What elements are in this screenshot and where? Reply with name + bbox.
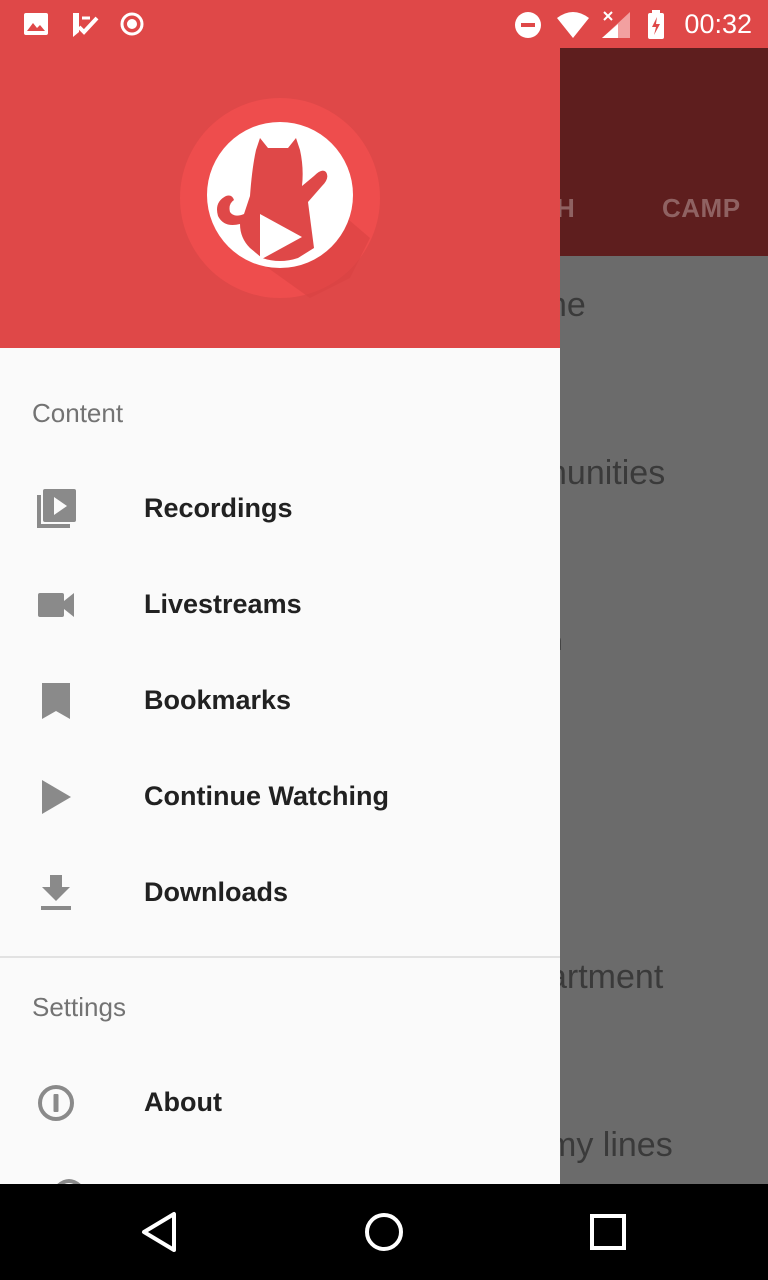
home-button[interactable] <box>360 1208 408 1256</box>
signal-icon <box>602 11 630 38</box>
menu-item-livestreams[interactable]: Livestreams <box>0 557 560 653</box>
background-list-text: nunities <box>548 454 666 492</box>
battery-charging-icon <box>648 10 664 39</box>
checklist-icon <box>73 13 99 37</box>
section-title-settings: Settings <box>32 992 126 1022</box>
videocam-icon <box>38 593 74 617</box>
background-list-text: artment <box>548 958 664 996</box>
menu-item-about[interactable]: About <box>0 1055 560 1151</box>
record-icon <box>120 12 144 36</box>
menu-item-label: Recordings <box>144 493 293 523</box>
status-time: 00:32 <box>684 9 752 39</box>
back-button[interactable] <box>136 1208 184 1256</box>
download-icon <box>41 875 71 910</box>
menu-item-label: Bookmarks <box>144 685 292 715</box>
do-not-disturb-icon <box>515 12 541 38</box>
wifi-icon <box>557 12 589 38</box>
info-icon <box>38 1085 74 1121</box>
menu-item-label: About <box>144 1087 222 1117</box>
menu-item-continue-watching[interactable]: Continue Watching <box>0 749 560 845</box>
video-library-icon <box>37 489 76 528</box>
background-tab[interactable]: CAMP <box>662 193 741 224</box>
recents-button[interactable] <box>584 1208 632 1256</box>
system-navigation-bar <box>0 1184 768 1280</box>
menu-item-label: Livestreams <box>144 589 302 619</box>
drawer-header <box>0 48 560 348</box>
menu-item-downloads[interactable]: Downloads <box>0 845 560 941</box>
image-icon <box>24 13 48 35</box>
section-title-content: Content <box>32 398 124 428</box>
navigation-drawer: Content Recordings Livestreams Bookmarks… <box>0 48 560 1184</box>
play-arrow-icon <box>42 780 71 814</box>
menu-item-label: Continue Watching <box>144 781 389 811</box>
background-list-text: my lines <box>548 1126 673 1164</box>
bookmark-icon <box>42 683 70 719</box>
menu-item-recordings[interactable]: Recordings <box>0 461 560 557</box>
status-bar: 00:32 <box>0 0 768 48</box>
menu-item-label: Downloads <box>144 877 289 907</box>
divider <box>0 956 560 958</box>
menu-item-bookmarks[interactable]: Bookmarks <box>0 653 560 749</box>
app-logo-icon <box>180 98 380 298</box>
